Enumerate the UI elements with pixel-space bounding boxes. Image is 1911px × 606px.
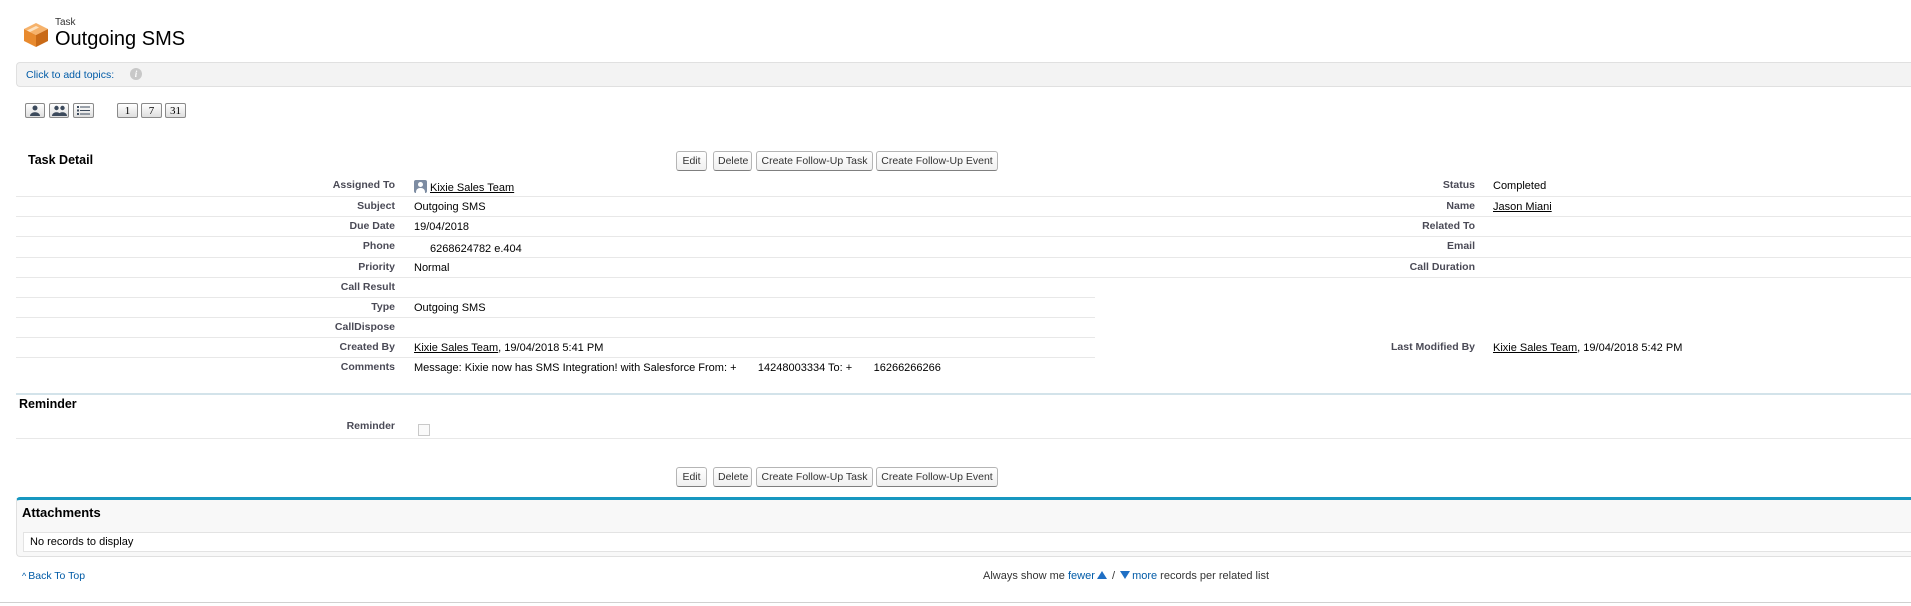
attachments-title: Attachments xyxy=(22,505,101,520)
more-link[interactable]: more xyxy=(1132,570,1157,582)
field-label-created-by: Created By xyxy=(339,341,395,353)
pref-suffix: records per related list xyxy=(1157,570,1270,582)
edit-button[interactable]: Edit xyxy=(676,151,707,171)
row-divider xyxy=(16,357,1095,358)
assigned-to-link[interactable]: Kixie Sales Team xyxy=(430,182,514,194)
caret-up-icon: ^ xyxy=(22,571,27,581)
create-follow-up-event-button[interactable]: Create Follow-Up Event xyxy=(876,467,998,487)
field-value-comments: Message: Kixie now has SMS Integration! … xyxy=(414,362,941,374)
name-link[interactable]: Jason Miani xyxy=(1493,201,1552,213)
field-value-assigned-to: Kixie Sales Team xyxy=(414,180,514,194)
attachments-table: No records to display xyxy=(23,532,1911,552)
create-follow-up-event-button[interactable]: Create Follow-Up Event xyxy=(876,151,998,171)
field-label-subject: Subject xyxy=(357,200,395,212)
created-by-date: , 19/04/2018 5:41 PM xyxy=(498,342,604,354)
page-bottom-border xyxy=(0,602,1911,603)
single-user-icon[interactable] xyxy=(25,103,45,118)
field-value-type: Outgoing SMS xyxy=(414,302,486,314)
row-divider xyxy=(16,196,1911,197)
topics-bar: Click to add topics: i xyxy=(16,62,1911,87)
field-label-comments: Comments xyxy=(340,361,395,373)
field-value-status: Completed xyxy=(1493,180,1547,192)
field-label-priority: Priority xyxy=(358,261,395,273)
info-icon[interactable]: i xyxy=(130,68,142,80)
field-value-last-modified-by: Kixie Sales Team, 19/04/2018 5:42 PM xyxy=(1493,342,1682,354)
field-label-due-date: Due Date xyxy=(349,220,395,232)
field-value-created-by: Kixie Sales Team, 19/04/2018 5:41 PM xyxy=(414,342,603,354)
attachments-related-list: Attachments No records to display xyxy=(16,497,1911,557)
field-label-call-result: Call Result xyxy=(340,281,395,293)
page-object-type: Task xyxy=(55,17,76,28)
month-view-button[interactable]: 31 xyxy=(165,103,186,118)
row-divider xyxy=(16,216,1911,217)
field-label-email: Email xyxy=(1446,240,1475,252)
fewer-link[interactable]: fewer xyxy=(1068,570,1095,582)
pref-prefix: Always show me xyxy=(983,570,1068,582)
field-label-call-duration: Call Duration xyxy=(1409,261,1475,273)
field-value-subject: Outgoing SMS xyxy=(414,201,486,213)
row-divider xyxy=(16,317,1095,318)
field-value-phone: 6268624782 e.404 xyxy=(430,243,522,255)
field-label-calldispose: CallDispose xyxy=(334,321,395,333)
more-arrow-icon[interactable] xyxy=(1120,571,1131,579)
section-divider xyxy=(16,393,1911,395)
related-list-preference: Always show me fewer / more records per … xyxy=(983,570,1269,582)
day-view-button[interactable]: 1 xyxy=(117,103,138,118)
row-divider xyxy=(16,438,1911,439)
field-label-assigned-to: Assigned To xyxy=(332,179,395,191)
pref-separator: / xyxy=(1108,570,1119,582)
delete-button[interactable]: Delete xyxy=(713,151,752,171)
field-value-priority: Normal xyxy=(414,262,450,274)
multi-user-icon[interactable] xyxy=(49,103,69,118)
fewer-arrow-icon[interactable] xyxy=(1096,571,1107,579)
reminder-section-title: Reminder xyxy=(19,397,77,411)
edit-button[interactable]: Edit xyxy=(676,467,707,487)
user-icon xyxy=(414,180,427,193)
task-box-icon xyxy=(24,23,48,47)
create-follow-up-task-button[interactable]: Create Follow-Up Task xyxy=(756,151,873,171)
add-topics-link[interactable]: Click to add topics: xyxy=(26,69,114,81)
row-divider xyxy=(16,277,1911,278)
back-to-top-link[interactable]: ^ Back To Top xyxy=(22,570,85,582)
created-by-link[interactable]: Kixie Sales Team xyxy=(414,342,498,354)
list-view-icon[interactable] xyxy=(73,103,94,118)
last-modified-by-link[interactable]: Kixie Sales Team xyxy=(1493,342,1577,354)
field-value-name: Jason Miani xyxy=(1493,201,1552,213)
row-divider xyxy=(16,297,1095,298)
field-label-related-to: Related To xyxy=(1422,220,1475,232)
page-title: Outgoing SMS xyxy=(55,28,186,50)
field-label-name: Name xyxy=(1446,200,1475,212)
reminder-checkbox[interactable] xyxy=(418,424,430,436)
field-label-phone: Phone xyxy=(362,240,395,252)
row-divider xyxy=(16,236,1911,237)
field-label-status: Status xyxy=(1442,179,1475,191)
field-label-last-modified-by: Last Modified By xyxy=(1390,341,1475,353)
create-follow-up-task-button[interactable]: Create Follow-Up Task xyxy=(756,467,873,487)
attachments-empty-message: No records to display xyxy=(30,536,134,548)
row-divider xyxy=(16,337,1095,338)
week-view-button[interactable]: 7 xyxy=(141,103,162,118)
last-modified-date: , 19/04/2018 5:42 PM xyxy=(1577,342,1683,354)
field-label-reminder: Reminder xyxy=(346,420,395,432)
back-to-top-label: Back To Top xyxy=(28,570,86,582)
row-divider xyxy=(16,257,1911,258)
field-label-type: Type xyxy=(371,301,395,313)
delete-button[interactable]: Delete xyxy=(713,467,752,487)
task-detail-title: Task Detail xyxy=(28,153,94,167)
field-value-due-date: 19/04/2018 xyxy=(414,221,470,233)
